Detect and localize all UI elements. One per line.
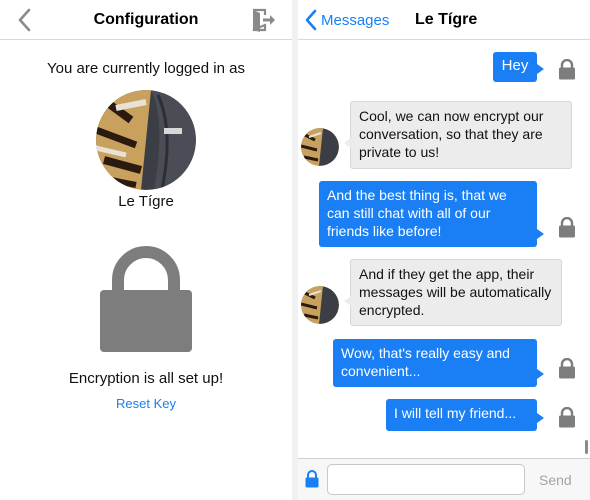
scrollbar[interactable] bbox=[585, 440, 588, 454]
contact-name: Le Tígre bbox=[415, 11, 478, 28]
lock-icon bbox=[559, 407, 575, 428]
message-bubble-incoming[interactable]: Cool, we can now encrypt our conversatio… bbox=[344, 101, 572, 169]
send-button[interactable]: Send bbox=[539, 472, 572, 488]
configuration-screen: Configuration You are currently logged i… bbox=[0, 0, 292, 500]
message-input[interactable] bbox=[327, 464, 525, 495]
message-bubble-incoming[interactable]: And if they get the app, their messages … bbox=[344, 259, 562, 326]
configuration-nav-bar: Configuration bbox=[0, 0, 292, 40]
messages-back-button[interactable]: Messages bbox=[304, 8, 389, 32]
lock-icon bbox=[559, 59, 575, 80]
reset-key-button[interactable]: Reset Key bbox=[0, 396, 292, 411]
logout-icon[interactable] bbox=[250, 7, 276, 33]
lock-icon bbox=[100, 246, 192, 352]
lock-icon[interactable] bbox=[305, 470, 319, 488]
chat-screen: Messages Le Tígre Hey Cool, we can now e… bbox=[298, 0, 590, 500]
avatar bbox=[96, 90, 196, 190]
user-name: Le Tígre bbox=[118, 193, 174, 210]
avatar bbox=[301, 128, 339, 166]
message-bubble-outgoing[interactable]: I will tell my friend... bbox=[386, 399, 544, 431]
encryption-status: Encryption is all set up! bbox=[68, 370, 224, 387]
chat-nav-bar: Messages Le Tígre bbox=[298, 0, 590, 40]
logged-in-label: You are currently logged in as bbox=[47, 60, 245, 77]
message-input-bar: Send bbox=[298, 458, 590, 500]
page-title: Configuration bbox=[93, 11, 199, 28]
message-bubble-outgoing[interactable]: Wow, that's really easy and convenient..… bbox=[333, 339, 544, 387]
message-bubble-outgoing[interactable]: And the best thing is, that we can still… bbox=[319, 181, 544, 247]
messages-back-label: Messages bbox=[321, 11, 390, 29]
message-bubble-outgoing[interactable]: Hey bbox=[493, 52, 544, 82]
lock-icon bbox=[559, 217, 575, 238]
avatar bbox=[301, 286, 339, 324]
chevron-left-icon bbox=[305, 9, 317, 31]
lock-icon bbox=[559, 358, 575, 379]
